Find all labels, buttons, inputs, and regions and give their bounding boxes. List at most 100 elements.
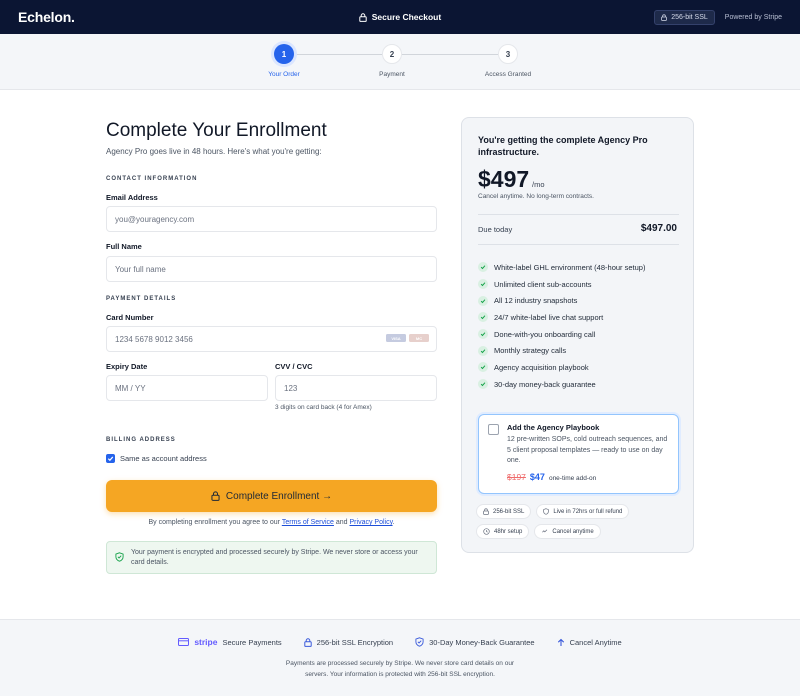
check-icon <box>478 262 488 273</box>
feature-label: All 12 industry snapshots <box>494 296 578 306</box>
lock-icon <box>483 508 489 515</box>
feature-item: White-label GHL environment (48-hour set… <box>478 259 645 276</box>
feature-item: Agency acquisition playbook <box>478 359 645 376</box>
lock-icon <box>211 491 220 501</box>
feature-item: Unlimited client sub-accounts <box>478 276 645 293</box>
contact-section-heading: CONTACT INFORMATION <box>106 176 198 182</box>
same-address-row[interactable]: Same as account address <box>106 454 207 463</box>
step-payment[interactable]: 2 Payment <box>347 44 437 78</box>
badge-label: 256-bit SSL <box>493 508 525 515</box>
footer-ssl-encryption: 256-bit SSL Encryption <box>303 637 394 647</box>
page-title: Complete Your Enrollment <box>106 120 327 141</box>
cvv-input[interactable] <box>275 375 437 401</box>
footer-disclaimer-line: Payments are processed securely by Strip… <box>285 660 515 667</box>
same-address-label: Same as account address <box>120 454 207 463</box>
feature-item: Monthly strategy calls <box>478 342 645 359</box>
feature-label: Agency acquisition playbook <box>494 362 589 372</box>
refresh-icon <box>542 529 548 533</box>
ssl-badge-label: 256-bit SSL <box>671 13 708 21</box>
order-summary-card: You're getting the complete Agency Pro i… <box>461 117 694 553</box>
full-name-input[interactable] <box>106 256 437 282</box>
feature-label: Unlimited client sub-accounts <box>494 279 592 289</box>
check-icon <box>478 362 488 373</box>
header-right: 256-bit SSL Powered by Stripe <box>654 0 782 34</box>
visa-card-icon: VISA <box>386 334 406 342</box>
addon-tag: one-time add-on <box>548 475 597 482</box>
secure-payment-note: Your payment is encrypted and processed … <box>106 541 437 574</box>
billing-section-heading: BILLING ADDRESS <box>106 437 176 443</box>
agency-playbook-addon[interactable]: Add the Agency Playbook 12 pre-written S… <box>478 414 679 494</box>
footer-trust-row: stripe Secure Payments 256-bit SSL Encry… <box>0 637 800 647</box>
cvv-label: CVV / CVC <box>275 362 313 371</box>
feature-label: 30-day money-back guarantee <box>494 379 596 389</box>
step-number: 3 <box>498 44 518 64</box>
step-your-order[interactable]: 1 Your Order <box>239 44 329 78</box>
check-icon <box>478 295 488 306</box>
stripe-logo: stripe <box>194 637 218 647</box>
feature-label: White-label GHL environment (48-hour set… <box>494 262 646 272</box>
check-icon <box>478 329 488 340</box>
check-icon <box>478 312 488 323</box>
email-input[interactable] <box>106 206 437 232</box>
secure-checkout-label: Secure Checkout <box>371 12 442 22</box>
complete-enrollment-button[interactable]: Complete Enrollment → <box>106 480 437 512</box>
footer-item-label: 30-Day Money-Back Guarantee <box>429 637 535 647</box>
footer-money-back: 30-Day Money-Back Guarantee <box>415 637 535 647</box>
mastercard-icon: MC <box>409 334 429 342</box>
lock-icon <box>359 12 367 22</box>
arrow-up-icon <box>557 638 564 646</box>
step-access-granted[interactable]: 3 Access Granted <box>463 44 553 78</box>
summary-headline: You're getting the complete Agency Pro i… <box>478 135 648 157</box>
agree-and: and <box>333 519 350 526</box>
email-label: Email Address <box>106 193 158 202</box>
feature-label: 24/7 white-label live chat support <box>494 312 604 322</box>
lock-icon <box>661 13 667 21</box>
same-address-checkbox[interactable] <box>106 454 115 463</box>
ssl-badge: 256-bit SSL <box>654 9 715 25</box>
trust-badge-refund: Live in 72hrs or full refund <box>536 504 630 519</box>
payment-section-heading: PAYMENT DETAILS <box>106 296 177 302</box>
step-number: 1 <box>274 44 294 64</box>
footer-item-label: Secure Payments <box>222 637 282 647</box>
cta-label: Complete Enrollment → <box>225 490 333 502</box>
clock-icon <box>483 528 490 535</box>
summary-divider <box>478 244 679 245</box>
badge-label: 48hr setup <box>494 528 523 535</box>
feature-item: All 12 industry snapshots <box>478 292 645 309</box>
trust-badge-ssl: 256-bit SSL <box>476 504 532 519</box>
privacy-policy-link[interactable]: Privacy Policy <box>350 519 393 526</box>
page-subtitle: Agency Pro goes live in 48 hours. Here's… <box>106 147 322 156</box>
secure-note-text: Your payment is encrypted and processed … <box>131 549 418 566</box>
due-today-value: $497.00 <box>640 223 677 234</box>
feature-item: 30-day money-back guarantee <box>478 376 645 393</box>
cvv-hint: 3 digits on card back (4 for Amex) <box>275 404 372 411</box>
addon-description: 12 pre-written SOPs, cold outreach seque… <box>507 436 668 464</box>
footer-item-label: 256-bit SSL Encryption <box>316 637 394 647</box>
footer-secure-payments: stripe Secure Payments <box>178 637 282 647</box>
expiry-input[interactable] <box>106 375 268 401</box>
price-period: /mo <box>532 180 545 189</box>
terms-of-service-link[interactable]: Terms of Service <box>282 519 334 526</box>
step-label: Your Order <box>268 71 300 78</box>
check-icon <box>478 379 488 390</box>
checkout-steps: 1 Your Order 2 Payment 3 Access Granted <box>0 34 800 90</box>
trust-badge-cancel: Cancel anytime <box>534 524 601 539</box>
badge-label: Cancel anytime <box>552 528 594 535</box>
step-label: Payment <box>379 71 405 78</box>
footer-cancel-anytime: Cancel Anytime <box>557 637 622 647</box>
powered-by-label: Powered by Stripe <box>724 13 782 21</box>
feature-list: White-label GHL environment (48-hour set… <box>478 259 645 393</box>
cancel-note: Cancel anytime. No long-term contracts. <box>478 193 594 200</box>
terms-agreement: By completing enrollment you agree to ou… <box>106 519 437 526</box>
trust-badges: 256-bit SSL Live in 72hrs or full refund… <box>476 504 686 539</box>
check-icon <box>478 345 488 356</box>
due-today-label: Due today <box>478 225 513 234</box>
feature-label: Monthly strategy calls <box>494 346 567 356</box>
check-icon <box>478 279 488 290</box>
full-name-label: Full Name <box>106 242 142 251</box>
addon-title: Add the Agency Playbook <box>507 423 600 432</box>
addon-checkbox[interactable] <box>488 424 499 435</box>
feature-label: Done-with-you onboarding call <box>494 329 596 339</box>
lock-icon <box>303 637 312 647</box>
expiry-label: Expiry Date <box>106 362 148 371</box>
